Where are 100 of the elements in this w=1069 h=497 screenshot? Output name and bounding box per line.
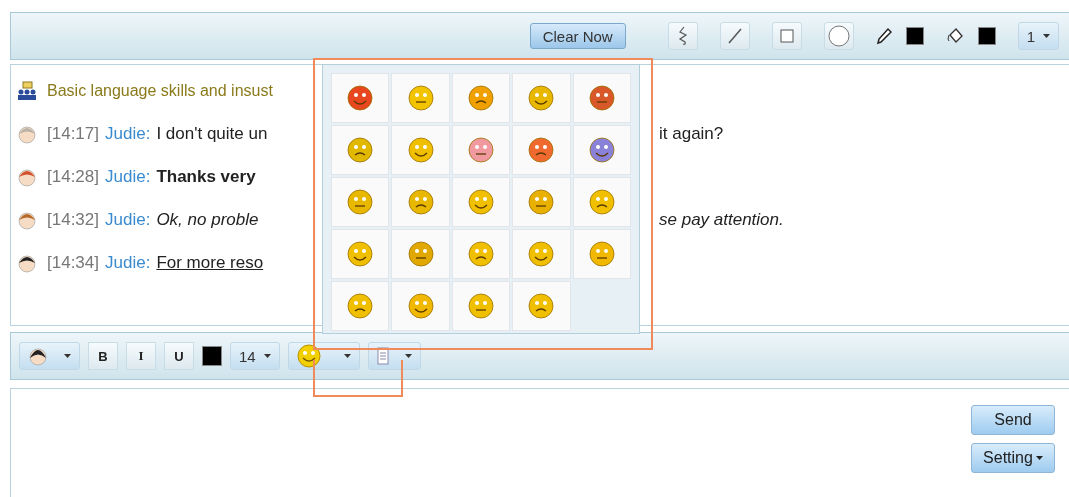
- emoji-icon: [296, 344, 321, 368]
- avatar-icon: [17, 209, 37, 230]
- avatar-icon: [17, 252, 37, 273]
- caret-icon: [64, 353, 71, 359]
- message-text: Thanks very: [156, 166, 256, 187]
- emoji-icon: [406, 84, 435, 112]
- emoji-cell[interactable]: [391, 281, 450, 331]
- emoji-icon: [406, 136, 435, 164]
- caret-icon: [404, 353, 412, 359]
- sender-name[interactable]: Judie:: [105, 123, 151, 144]
- line-icon: [725, 27, 744, 45]
- emoji-cell[interactable]: [451, 281, 511, 331]
- pencil-icon[interactable]: [875, 27, 892, 45]
- emoji-cell[interactable]: [451, 73, 511, 123]
- sender-name[interactable]: Judie:: [105, 252, 151, 273]
- square-icon: [778, 28, 795, 44]
- emoji-icon: [467, 292, 495, 320]
- emoji-icon: [527, 188, 556, 216]
- message-time: [14:28]: [47, 166, 99, 187]
- emoji-cell[interactable]: [572, 125, 631, 175]
- align-dropdown[interactable]: [367, 342, 421, 370]
- emoji-icon: [467, 84, 495, 112]
- group-icon: [17, 80, 37, 101]
- text-color-swatch[interactable]: [202, 346, 222, 366]
- emoji-cell[interactable]: [512, 177, 571, 227]
- emoji-cell[interactable]: [451, 177, 511, 227]
- emoji-icon: [587, 188, 616, 216]
- emoji-icon: [467, 188, 495, 216]
- emoji-icon: [346, 292, 375, 320]
- emoji-icon: [467, 240, 495, 268]
- emoji-cell[interactable]: [331, 125, 390, 175]
- emoji-cell[interactable]: [451, 125, 511, 175]
- pen-color-swatch[interactable]: [905, 27, 924, 45]
- emoji-cell[interactable]: [391, 177, 450, 227]
- avatar-icon: [17, 123, 37, 144]
- emoji-cell[interactable]: [512, 125, 571, 175]
- message-text: it again?: [659, 123, 724, 143]
- line-size-dropdown[interactable]: 1: [1017, 22, 1059, 50]
- emoji-icon: [346, 240, 375, 268]
- underline-button[interactable]: U: [164, 342, 194, 370]
- emoji-cell[interactable]: [331, 229, 390, 279]
- caret-icon: [343, 353, 351, 359]
- avatar-dropdown[interactable]: [19, 342, 80, 370]
- emoji-cell[interactable]: [512, 73, 571, 123]
- document-icon: [376, 347, 389, 365]
- bold-button[interactable]: B: [88, 342, 118, 370]
- font-size-dropdown[interactable]: 14: [230, 342, 280, 370]
- emoji-icon: [406, 292, 435, 320]
- send-button[interactable]: Send: [971, 405, 1055, 435]
- emoji-icon: [346, 188, 375, 216]
- sender-name[interactable]: Judie:: [105, 166, 151, 187]
- emoji-icon: [527, 84, 556, 112]
- emoji-cell[interactable]: [331, 73, 390, 123]
- emoji-cell[interactable]: [512, 281, 571, 331]
- chat-topic: Basic language skills and insust: [47, 81, 273, 100]
- emoji-cell[interactable]: [512, 229, 571, 279]
- avatar-icon: [28, 346, 48, 366]
- sender-name[interactable]: Judie:: [105, 209, 151, 230]
- emoji-dropdown[interactable]: [287, 342, 360, 370]
- ellipse-tool-button[interactable]: [823, 22, 854, 50]
- paint-bucket-icon[interactable]: [945, 27, 964, 45]
- emoji-cell[interactable]: [572, 177, 631, 227]
- circle-icon: [827, 25, 850, 47]
- emoji-cell[interactable]: [572, 73, 631, 123]
- emoji-icon: [527, 292, 556, 320]
- emoji-cell[interactable]: [331, 177, 390, 227]
- caret-icon: [1043, 33, 1050, 39]
- message-text: For more reso: [156, 252, 264, 273]
- emoji-cell[interactable]: [451, 229, 511, 279]
- freehand-tool-button[interactable]: [667, 22, 698, 50]
- emoji-icon: [346, 136, 375, 164]
- emoji-icon: [587, 136, 616, 164]
- line-tool-button[interactable]: [719, 22, 750, 50]
- fill-color-swatch[interactable]: [977, 27, 996, 45]
- setting-button[interactable]: Setting: [971, 443, 1055, 473]
- emoji-icon: [527, 240, 556, 268]
- caret-icon: [1035, 455, 1043, 461]
- emoji-cell[interactable]: [391, 229, 450, 279]
- caret-icon: [263, 353, 271, 359]
- emoji-cell[interactable]: [572, 229, 631, 279]
- emoji-icon: [406, 240, 435, 268]
- emoji-icon: [527, 136, 556, 164]
- clear-now-button[interactable]: Clear Now: [529, 23, 626, 49]
- italic-button[interactable]: I: [126, 342, 156, 370]
- emoji-icon: [346, 84, 375, 112]
- emoji-cell[interactable]: [331, 281, 390, 331]
- message-text: se pay attention.: [659, 209, 784, 229]
- rectangle-tool-button[interactable]: [771, 22, 802, 50]
- emoji-icon: [587, 84, 616, 112]
- avatar-icon: [17, 166, 37, 187]
- emoji-icon: [467, 136, 495, 164]
- message-text: Ok, no proble: [156, 209, 259, 230]
- message-text: I don't quite un: [156, 123, 268, 144]
- emoji-cell[interactable]: [391, 73, 450, 123]
- message-input[interactable]: Send Setting: [10, 388, 1069, 497]
- message-time: [14:34]: [47, 252, 99, 273]
- emoji-cell[interactable]: [391, 125, 450, 175]
- emoji-icon: [406, 188, 435, 216]
- emoji-icon: [587, 240, 616, 268]
- message-time: [14:17]: [47, 123, 99, 144]
